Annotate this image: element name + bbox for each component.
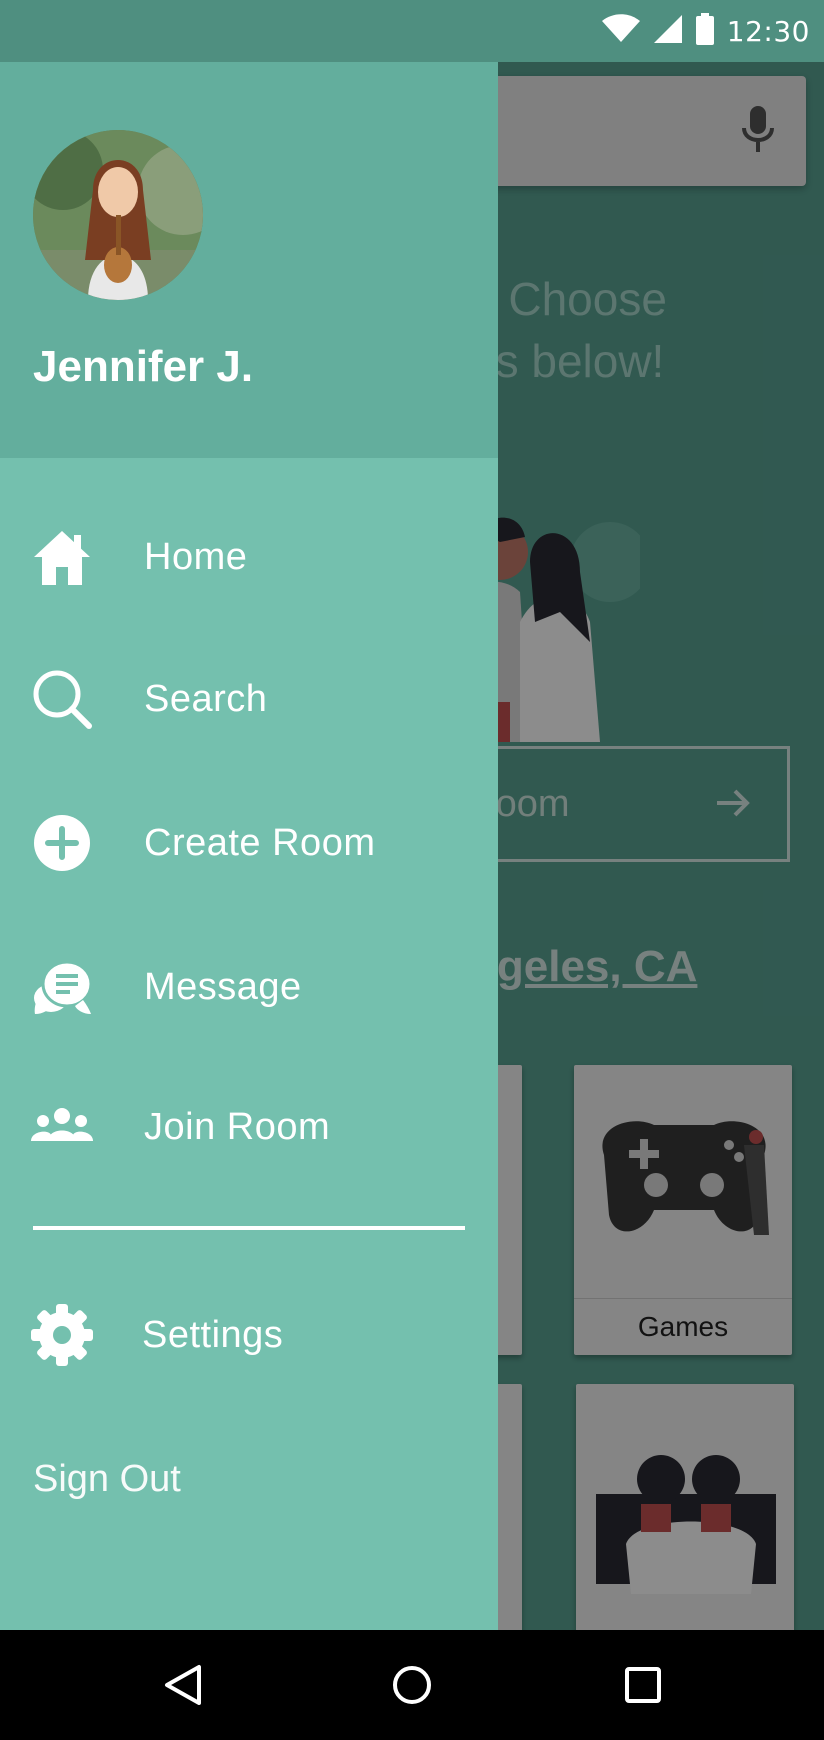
recent-apps-icon[interactable] <box>608 1650 678 1720</box>
user-name: Jennifer J. <box>33 342 254 391</box>
menu-divider <box>33 1226 465 1230</box>
wifi-icon <box>601 14 641 48</box>
battery-icon <box>695 13 715 49</box>
menu-item-settings[interactable]: Settings <box>0 1280 498 1390</box>
avatar[interactable] <box>33 130 203 300</box>
drawer-header: Jennifer J. <box>0 62 498 458</box>
back-icon[interactable] <box>148 1650 218 1720</box>
cell-signal-icon <box>653 14 683 48</box>
sign-out-button[interactable]: Sign Out <box>33 1458 181 1501</box>
menu-item-search[interactable]: Search <box>0 644 498 754</box>
menu-item-label: Search <box>144 677 268 720</box>
home-circle-icon[interactable] <box>377 1650 447 1720</box>
group-icon <box>30 1095 94 1159</box>
menu-item-message[interactable]: Message <box>0 932 498 1042</box>
menu-item-label: Settings <box>142 1313 284 1356</box>
menu-item-home[interactable]: Home <box>0 502 498 612</box>
message-icon <box>30 955 94 1019</box>
gear-icon <box>30 1303 94 1367</box>
app-screen: 12:30 ? Choose es below! room ngeles, CA… <box>0 0 824 1740</box>
menu-item-label: Home <box>144 535 248 578</box>
status-time: 12:30 <box>726 14 810 48</box>
system-nav-bar <box>0 1630 824 1740</box>
menu-item-label: Create Room <box>144 821 376 864</box>
menu-item-label: Join Room <box>144 1105 331 1148</box>
menu-item-create-room[interactable]: Create Room <box>0 788 498 898</box>
status-bar: 12:30 <box>0 0 824 62</box>
add-circle-icon <box>30 811 94 875</box>
menu-item-join-room[interactable]: Join Room <box>0 1072 498 1182</box>
search-icon <box>30 667 94 731</box>
home-icon <box>30 525 94 589</box>
menu-item-label: Message <box>144 965 302 1008</box>
navigation-drawer: Jennifer J. Home Search Create Room Mess… <box>0 62 498 1630</box>
